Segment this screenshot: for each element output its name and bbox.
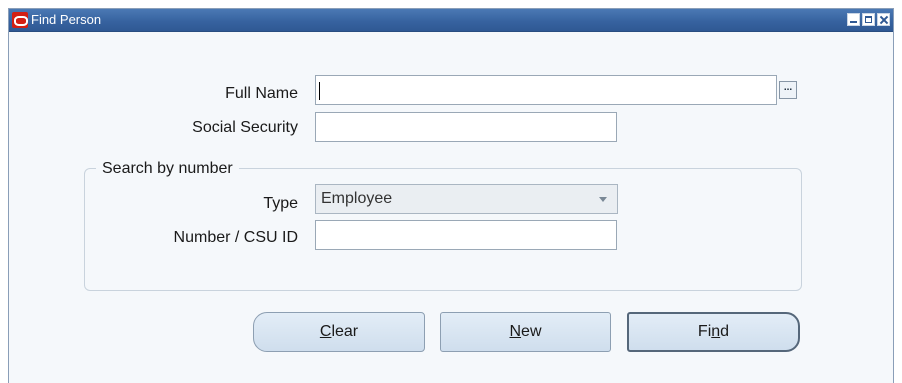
text-cursor <box>319 82 320 100</box>
list-of-values-button[interactable]: ... <box>779 81 797 99</box>
social-security-input[interactable] <box>315 112 617 142</box>
find-label-pre: Fi <box>697 323 712 340</box>
window-titlebar[interactable]: Find Person <box>9 9 893 32</box>
type-select[interactable]: Employee <box>315 184 618 214</box>
window-title: Find Person <box>31 12 102 27</box>
type-label: Type <box>263 195 298 212</box>
maximize-icon[interactable] <box>862 13 875 26</box>
number-csu-id-label: Number / CSU ID <box>173 229 298 246</box>
find-mnemonic: n <box>711 323 721 340</box>
chevron-down-icon[interactable] <box>599 197 607 202</box>
full-name-input[interactable] <box>315 75 777 105</box>
type-selected-value: Employee <box>321 190 393 207</box>
search-by-number-title: Search by number <box>96 159 239 179</box>
full-name-label: Full Name <box>225 85 298 102</box>
find-button[interactable]: Find <box>627 312 800 352</box>
oracle-icon <box>12 12 28 28</box>
clear-label-rest: lear <box>331 323 359 340</box>
close-icon[interactable] <box>877 13 890 26</box>
clear-button[interactable]: Clear <box>253 312 425 352</box>
minimize-icon[interactable] <box>847 13 860 26</box>
new-mnemonic: N <box>509 323 522 340</box>
clear-mnemonic: C <box>319 323 332 340</box>
new-label-rest: ew <box>521 323 542 340</box>
social-security-label: Social Security <box>192 119 298 136</box>
new-button[interactable]: New <box>440 312 611 352</box>
number-csu-id-input[interactable] <box>315 220 617 250</box>
find-label-rest: d <box>720 323 730 340</box>
